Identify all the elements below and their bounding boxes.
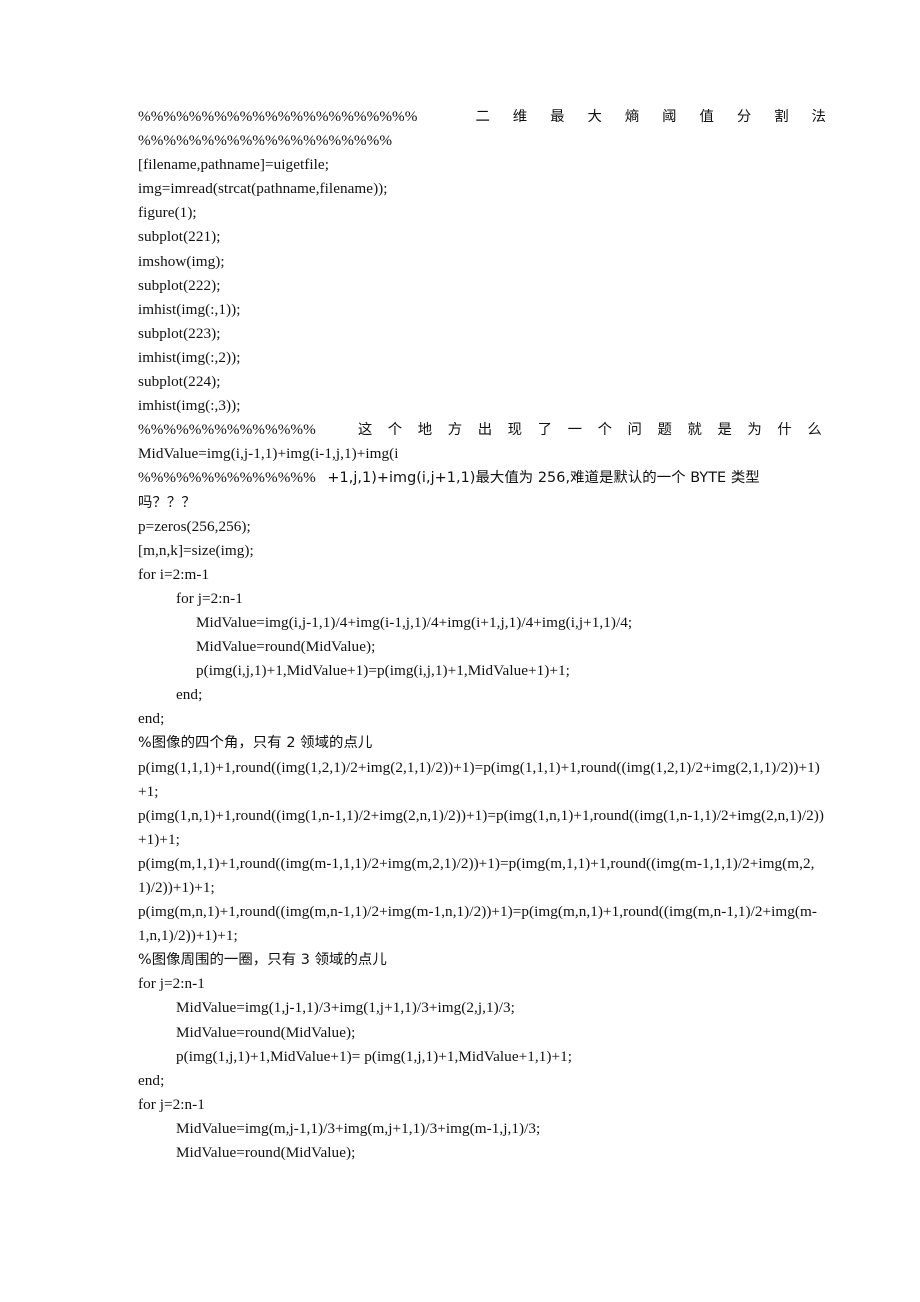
code-line: MidValue=round(MidValue); xyxy=(176,1144,356,1162)
comment-line-question: %%%%%%%%%%%%%% 这 个 地 方 出 现 了 一 个 问 题 就 是… xyxy=(138,418,828,442)
phrase-char: 地 xyxy=(417,422,433,439)
phrase-char: 一 xyxy=(567,422,583,439)
comment-line-byte-continuation: 吗？？？ xyxy=(138,494,196,511)
code-listing: %%%%%%%%%%%%%%%%%%%%%% 二 维 最 大 熵 阈 值 分 割… xyxy=(138,105,828,1165)
title-char: 大 xyxy=(587,109,602,125)
phrase-char: 现 xyxy=(507,422,523,439)
phrase-char: 问 xyxy=(627,422,642,439)
code-line: p(img(1,j,1)+1,MidValue+1)= p(img(1,j,1)… xyxy=(176,1047,573,1065)
code-line-corner: p(img(1,1,1)+1,round((img(1,2,1)/2+img(2… xyxy=(138,758,820,800)
code-line: p(img(i,j,1)+1,MidValue+1)=p(img(i,j,1)+… xyxy=(196,662,570,680)
comment-byte-text: +1,j,1)+img(i,j+1,1)最大值为 256,难道是默认的一个 BY… xyxy=(327,470,760,487)
phrase-char: 什 xyxy=(777,422,792,439)
phrase-char: 就 xyxy=(687,422,702,439)
code-line: for j=2:n-1 xyxy=(176,589,243,607)
code-line: imhist(img(:,1)); xyxy=(138,300,241,318)
code-line: %%%%%%%%%%%%%%%%%%%% xyxy=(138,132,393,150)
title-char: 二 xyxy=(475,109,490,125)
title-char: 阈 xyxy=(662,109,677,125)
code-line: for i=2:m-1 xyxy=(138,565,210,583)
percent-separator: %%%%%%%%%%%%%% xyxy=(138,469,316,487)
code-line-corner: p(img(m,1,1)+1,round((img(m-1,1,1)/2+img… xyxy=(138,854,815,896)
comment-phrase: 这 个 地 方 出 现 了 一 个 问 题 就 是 为 什 么 xyxy=(316,418,828,442)
phrase-char: 么 xyxy=(807,422,822,439)
code-line: MidValue=img(i,j-1,1)/4+img(i-1,j,1)/4+i… xyxy=(196,613,633,631)
phrase-char: 个 xyxy=(387,422,403,439)
code-line: end; xyxy=(176,686,203,704)
code-line: subplot(221); xyxy=(138,228,221,246)
code-line: figure(1); xyxy=(138,204,197,222)
code-line: for j=2:n-1 xyxy=(138,1095,205,1113)
phrase-char: 为 xyxy=(747,422,762,439)
title-char: 维 xyxy=(512,109,528,125)
title-comment-line: %%%%%%%%%%%%%%%%%%%%%% 二 维 最 大 熵 阈 值 分 割… xyxy=(138,105,828,129)
phrase-char: 个 xyxy=(597,422,613,439)
code-line: MidValue=img(1,j-1,1)/3+img(1,j+1,1)/3+i… xyxy=(176,999,515,1017)
phrase-char: 了 xyxy=(537,422,553,439)
code-line: img=imread(strcat(pathname,filename)); xyxy=(138,180,388,198)
title-char: 熵 xyxy=(624,109,640,125)
percent-separator: %%%%%%%%%%%%%%%%%%%%%% xyxy=(138,108,418,125)
title-char: 值 xyxy=(699,109,714,125)
phrase-char: 方 xyxy=(447,422,463,439)
document-page: %%%%%%%%%%%%%%%%%%%%%% 二 维 最 大 熵 阈 值 分 割… xyxy=(0,0,920,1302)
code-line: subplot(223); xyxy=(138,324,221,342)
code-line: subplot(224); xyxy=(138,373,221,391)
title-char: 分 xyxy=(736,109,752,125)
comment-line-byte: %%%%%%%%%%%%%% +1,j,1)+img(i,j+1,1)最大值为 … xyxy=(138,466,828,490)
code-line: MidValue=img(m,j-1,1)/3+img(m,j+1,1)/3+i… xyxy=(176,1119,541,1137)
code-line: imhist(img(:,2)); xyxy=(138,348,241,366)
phrase-char: 是 xyxy=(717,422,732,439)
code-line: [filename,pathname]=uigetfile; xyxy=(138,156,329,174)
code-line-corner: p(img(1,n,1)+1,round((img(1,n-1,1)/2+img… xyxy=(138,806,825,848)
comment-line-corners: %图像的四个角，只有 2 领域的点儿 xyxy=(138,735,373,752)
title-char: 割 xyxy=(774,109,789,125)
code-line: [m,n,k]=size(img); xyxy=(138,541,254,559)
code-line: end; xyxy=(138,1071,165,1089)
code-line: for j=2:n-1 xyxy=(138,975,205,993)
title-char: 法 xyxy=(811,109,826,125)
code-line: imhist(img(:,3)); xyxy=(138,397,241,415)
phrase-char: 出 xyxy=(477,422,493,439)
title-char: 最 xyxy=(550,109,565,125)
phrase-char: 题 xyxy=(657,422,672,439)
code-line: MidValue=round(MidValue); xyxy=(176,1023,356,1041)
percent-separator: %%%%%%%%%%%%%% xyxy=(138,421,316,439)
code-line: end; xyxy=(138,710,165,728)
code-line: MidValue=round(MidValue); xyxy=(196,638,376,656)
code-line: p=zeros(256,256); xyxy=(138,517,251,535)
code-line-midvalue-split: MidValue=img(i,j-1,1)+img(i-1,j,1)+img(i xyxy=(138,445,399,463)
code-line-corner: p(img(m,n,1)+1,round((img(m,n-1,1)/2+img… xyxy=(138,903,817,945)
code-line: subplot(222); xyxy=(138,276,221,294)
code-line: imshow(img); xyxy=(138,252,225,270)
phrase-char: 这 xyxy=(357,422,373,439)
document-title: 二 维 最 大 熵 阈 值 分 割 法 xyxy=(417,105,828,129)
comment-line-border: %图像周围的一圈，只有 3 领域的点儿 xyxy=(138,952,387,969)
